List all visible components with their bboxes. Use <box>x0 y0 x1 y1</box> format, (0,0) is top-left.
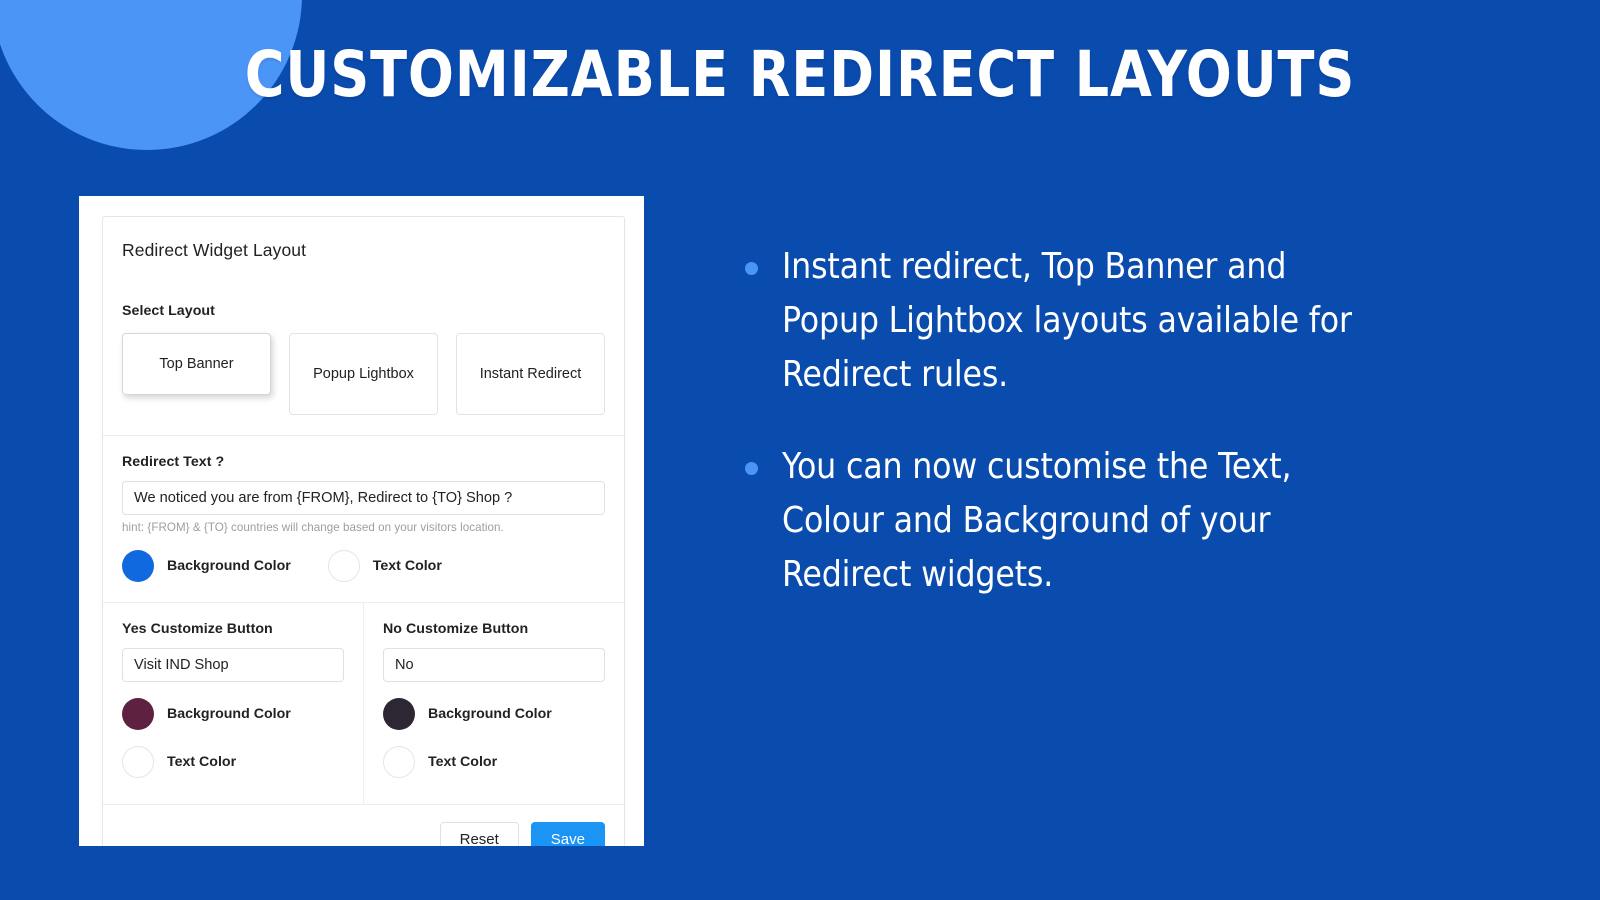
no-background-color-label: Background Color <box>428 706 552 722</box>
bullet-dot-icon <box>745 462 758 475</box>
save-button[interactable]: Save <box>530 822 605 846</box>
no-text-color-picker[interactable]: Text Color <box>383 746 605 778</box>
card-footer: Reset Save <box>103 805 624 846</box>
redirect-text-color-label: Text Color <box>372 558 442 574</box>
select-layout-label: Select Layout <box>122 303 215 319</box>
layout-options: Top Banner Popup Lightbox Instant Redire… <box>122 333 605 415</box>
no-button-label: No Customize Button <box>383 621 529 637</box>
no-text-color-label: Text Color <box>428 754 498 770</box>
redirect-text-input[interactable] <box>122 481 605 515</box>
no-button-text-input[interactable] <box>383 648 605 682</box>
no-button-column: No Customize Button Background Color Tex… <box>364 603 624 804</box>
redirect-text-color-row: Background Color Text Color <box>122 550 605 582</box>
redirect-text-label: Redirect Text ? <box>122 454 225 470</box>
redirect-text-hint: hint: {FROM} & {TO} countries will chang… <box>122 521 504 534</box>
bullet-text: Instant redirect, Top Banner and Popup L… <box>782 246 1352 395</box>
layout-option-popup-lightbox[interactable]: Popup Lightbox <box>289 333 438 415</box>
reset-button[interactable]: Reset <box>439 822 519 846</box>
redirect-background-color-label: Background Color <box>167 558 291 574</box>
widget-screenshot-frame: Redirect Widget Layout Select Layout Top… <box>79 196 644 846</box>
color-swatch-icon[interactable] <box>122 746 154 778</box>
redirect-text-color-picker[interactable]: Text Color <box>327 550 442 582</box>
redirect-background-color-picker[interactable]: Background Color <box>122 550 291 582</box>
bullet-text: You can now customise the Text, Colour a… <box>782 446 1292 595</box>
yes-background-color-picker[interactable]: Background Color <box>122 698 344 730</box>
yes-background-color-label: Background Color <box>167 706 291 722</box>
yes-button-column: Yes Customize Button Background Color Te… <box>103 603 364 804</box>
bullet-dot-icon <box>745 262 758 275</box>
no-background-color-picker[interactable]: Background Color <box>383 698 605 730</box>
yes-text-color-picker[interactable]: Text Color <box>122 746 344 778</box>
redirect-text-section: Redirect Text ? hint: {FROM} & {TO} coun… <box>103 436 624 603</box>
list-item: You can now customise the Text, Colour a… <box>745 440 1445 602</box>
page-title: CUSTOMIZABLE REDIRECT LAYOUTS <box>244 38 1356 111</box>
redirect-widget-card: Redirect Widget Layout Select Layout Top… <box>102 216 625 846</box>
color-swatch-icon[interactable] <box>383 698 415 730</box>
feature-bullet-list: Instant redirect, Top Banner and Popup L… <box>745 240 1445 640</box>
color-swatch-icon[interactable] <box>383 746 415 778</box>
select-layout-section: Select Layout Top Banner Popup Lightbox … <box>103 285 624 436</box>
color-swatch-icon[interactable] <box>122 698 154 730</box>
yes-button-label: Yes Customize Button <box>122 621 273 637</box>
yes-button-text-input[interactable] <box>122 648 344 682</box>
layout-option-instant-redirect[interactable]: Instant Redirect <box>456 333 605 415</box>
customize-buttons-section: Yes Customize Button Background Color Te… <box>103 603 624 805</box>
yes-text-color-label: Text Color <box>167 754 237 770</box>
color-swatch-icon[interactable] <box>327 550 360 582</box>
layout-option-top-banner[interactable]: Top Banner <box>122 333 271 395</box>
color-swatch-icon[interactable] <box>122 550 154 582</box>
card-header: Redirect Widget Layout <box>122 240 307 260</box>
list-item: Instant redirect, Top Banner and Popup L… <box>745 240 1445 402</box>
